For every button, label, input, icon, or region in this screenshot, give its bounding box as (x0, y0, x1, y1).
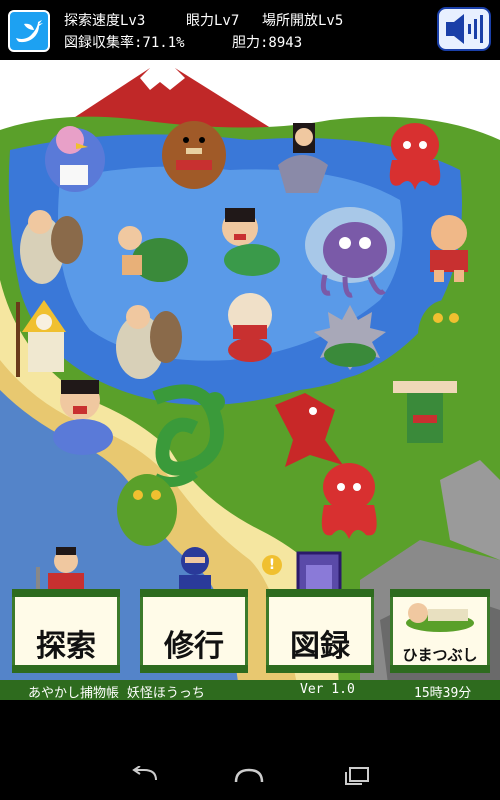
monster-old-man-sack[interactable] (12, 200, 87, 290)
training-button[interactable]: 修行 (140, 547, 248, 673)
training-label: 修行 (164, 629, 224, 664)
monster-green-imp[interactable] (110, 465, 185, 550)
monster-hammerhead-kappa[interactable] (385, 375, 465, 460)
scroll-rod-bottom (266, 665, 374, 673)
monster-grey-spiky-blob[interactable] (310, 300, 390, 375)
catalog-button[interactable]: ! 図録 (262, 551, 374, 673)
explore-button[interactable]: 探索 (12, 547, 120, 673)
scroll-rod-bottom (12, 665, 120, 673)
status-bar: 探索速度Lv3 眼力Lv7 場所開放Lv5 図録収集率:71.1% 胆力:894… (0, 0, 500, 60)
back-icon[interactable] (130, 766, 158, 784)
explore-label: 探索 (36, 629, 96, 664)
scroll-rod-top (390, 589, 490, 597)
monster-laughing-woman[interactable] (45, 372, 120, 457)
monster-tengu-yellow[interactable] (8, 292, 80, 382)
game-title: あやかし捕物帳 妖怪ほうっち (28, 686, 205, 701)
version-label: Ver 1.0 (300, 682, 355, 697)
explore-speed-stat: 探索速度Lv3 (64, 13, 146, 29)
twitter-bird-icon (16, 20, 43, 43)
catalog-label: 図録 (290, 629, 350, 664)
scroll-rod-top (140, 589, 248, 597)
kill-time-label: ひまつぶし (402, 646, 478, 664)
scroll-rod-top (266, 589, 374, 597)
monster-blue-feathered-tengu[interactable] (40, 115, 110, 195)
monster-mermaid-woman[interactable] (268, 115, 336, 195)
monster-bear-sumo[interactable] (158, 110, 230, 190)
monster-red-octopus[interactable] (380, 115, 450, 195)
monster-baby-oni[interactable] (418, 208, 480, 286)
scroll-rod-bottom (140, 665, 248, 673)
eye-power-stat: 眼力Lv7 (186, 13, 240, 29)
monster-old-man-sack-2[interactable] (108, 292, 188, 382)
home-icon[interactable] (232, 768, 266, 784)
game-clock: 15時39分 (414, 686, 472, 701)
monster-kappa-turtle[interactable] (110, 210, 190, 290)
android-nav-bar (0, 700, 500, 800)
catalog-notification-badge: ! (262, 555, 282, 575)
sound-toggle-button[interactable] (436, 6, 492, 52)
footer-bar: あやかし捕物帳 妖怪ほうっち Ver 1.0 15時39分 (0, 680, 500, 701)
twitter-button[interactable] (8, 10, 50, 52)
recent-apps-icon[interactable] (344, 766, 370, 786)
monster-red-octopus-2[interactable] (312, 457, 387, 547)
collection-rate-stat: 図録収集率:71.1% (64, 35, 185, 51)
scroll-rod-top (12, 589, 120, 597)
kill-time-button[interactable]: ひまつぶし (390, 575, 490, 673)
scroll-rod-bottom (390, 665, 490, 673)
area-unlock-stat: 場所開放Lv5 (262, 13, 344, 29)
sleeping-man-icon (406, 603, 474, 632)
monster-rokurokubi-woman[interactable] (210, 200, 285, 280)
monster-green-kappa[interactable] (410, 290, 482, 375)
speaker-icon (437, 7, 491, 51)
courage-stat: 胆力:8943 (232, 35, 303, 51)
monster-purple-tentacle-blob[interactable] (300, 205, 400, 300)
monster-hannya-mask[interactable] (215, 285, 285, 365)
